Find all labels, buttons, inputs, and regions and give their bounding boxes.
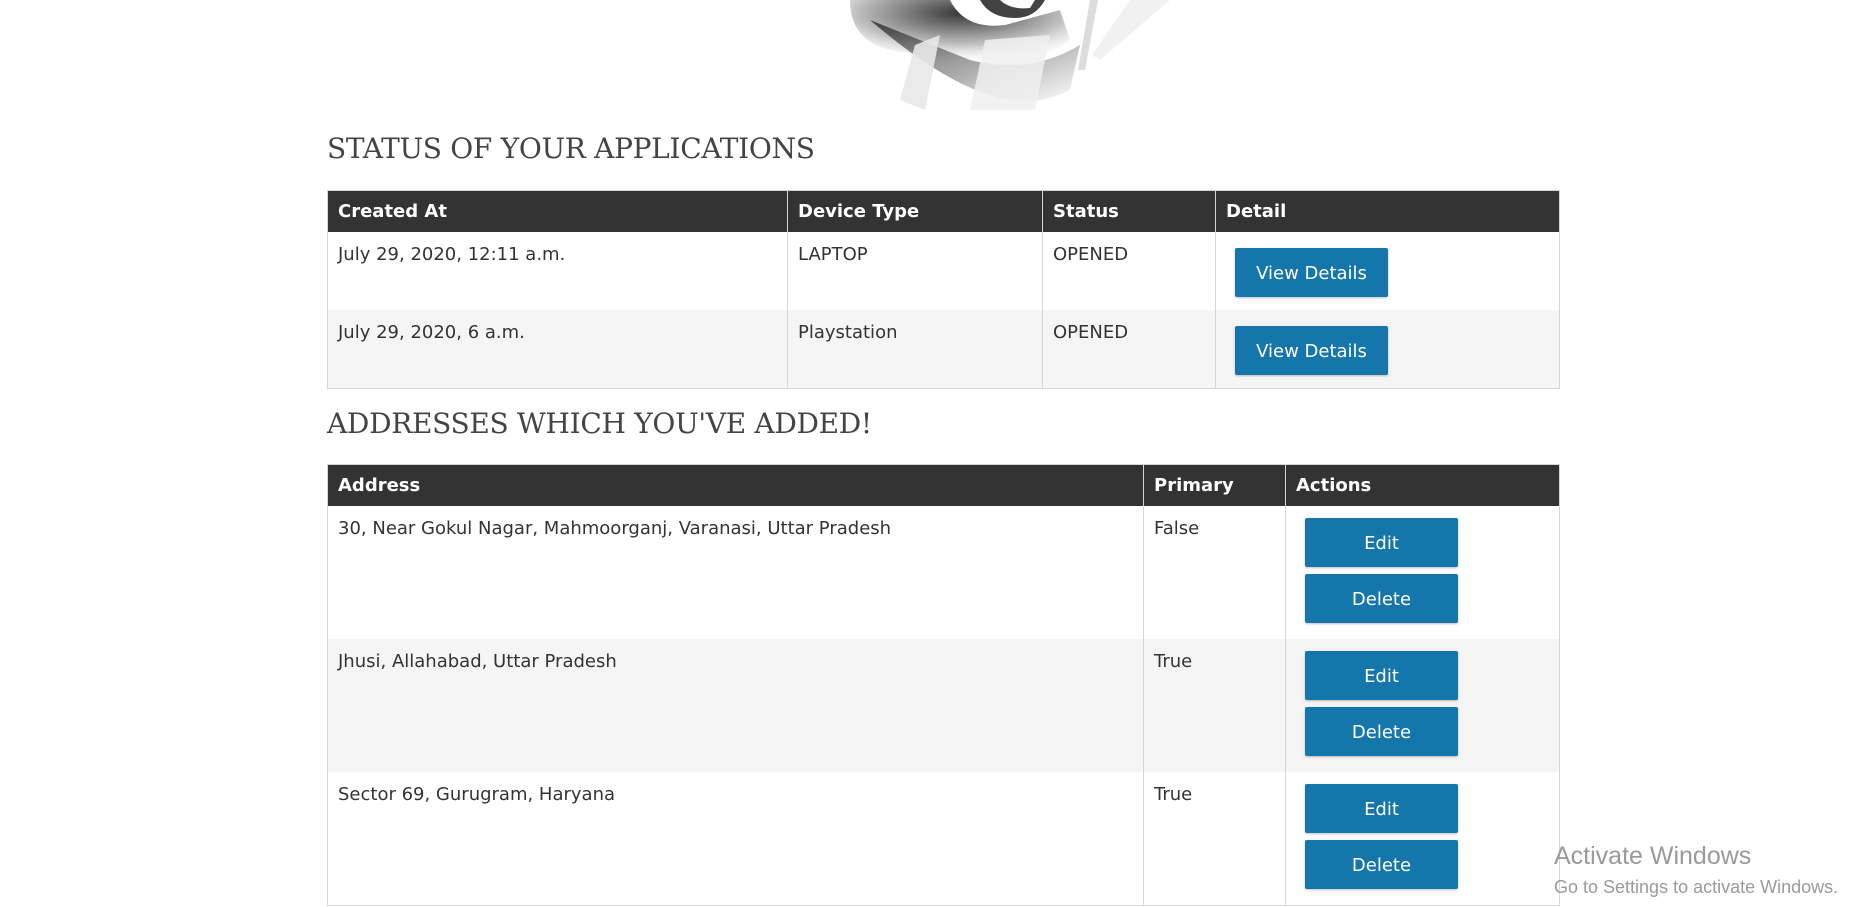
- table-header-row: Address Primary Actions: [327, 464, 1560, 506]
- actions-cell: Edit Delete: [1285, 506, 1560, 639]
- table-row: Jhusi, Allahabad, Uttar Pradesh True Edi…: [327, 639, 1560, 772]
- column-header-status: Status: [1042, 190, 1216, 232]
- activate-windows-watermark: Activate Windows Go to Settings to activ…: [1554, 842, 1838, 898]
- created-at-cell: July 29, 2020, 6 a.m.: [327, 310, 788, 389]
- status-cell: OPENED: [1042, 310, 1216, 389]
- primary-cell: False: [1143, 506, 1286, 639]
- edit-button[interactable]: Edit: [1305, 651, 1458, 700]
- edit-button[interactable]: Edit: [1305, 518, 1458, 567]
- delete-button[interactable]: Delete: [1305, 574, 1458, 623]
- column-header-address: Address: [327, 464, 1144, 506]
- table-row: July 29, 2020, 12:11 a.m. LAPTOP OPENED …: [328, 232, 1560, 310]
- status-cell: OPENED: [1042, 232, 1216, 310]
- applications-section-title: STATUS OF YOUR APPLICATIONS: [327, 132, 815, 165]
- table-row: July 29, 2020, 6 a.m. Playstation OPENED…: [327, 310, 1560, 389]
- hero-graphic: [850, 0, 1170, 110]
- actions-cell: Edit Delete: [1285, 639, 1560, 772]
- addresses-table: Address Primary Actions 30, Near Gokul N…: [327, 464, 1560, 906]
- column-header-primary: Primary: [1143, 464, 1286, 506]
- created-at-cell: July 29, 2020, 12:11 a.m.: [338, 244, 566, 265]
- address-cell: Sector 69, Gurugram, Haryana: [338, 784, 616, 805]
- view-details-button[interactable]: View Details: [1235, 248, 1388, 297]
- applications-table: Created At Device Type Status Detail Jul…: [327, 190, 1560, 389]
- table-header-row: Created At Device Type Status Detail: [327, 190, 1560, 232]
- column-header-created-at: Created At: [327, 190, 788, 232]
- primary-cell: True: [1143, 639, 1286, 772]
- addresses-section-title: ADDRESSES WHICH YOU'VE ADDED!: [327, 407, 872, 440]
- column-header-detail: Detail: [1215, 190, 1560, 232]
- delete-button[interactable]: Delete: [1305, 707, 1458, 756]
- watermark-title: Activate Windows: [1554, 842, 1752, 870]
- device-type-cell: Playstation: [787, 310, 1043, 389]
- primary-cell: True: [1143, 772, 1286, 906]
- actions-cell: Edit Delete: [1285, 772, 1560, 906]
- address-cell: 30, Near Gokul Nagar, Mahmoorganj, Varan…: [338, 518, 892, 539]
- delete-button[interactable]: Delete: [1305, 840, 1458, 889]
- detail-cell: View Details: [1215, 232, 1560, 310]
- table-row: 30, Near Gokul Nagar, Mahmoorganj, Varan…: [328, 506, 1560, 639]
- detail-cell: View Details: [1215, 310, 1560, 389]
- column-header-actions: Actions: [1285, 464, 1560, 506]
- watermark-subtitle: Go to Settings to activate Windows.: [1554, 877, 1839, 897]
- view-details-button[interactable]: View Details: [1235, 326, 1388, 375]
- device-type-cell: LAPTOP: [787, 232, 1043, 310]
- edit-button[interactable]: Edit: [1305, 784, 1458, 833]
- table-row: Sector 69, Gurugram, Haryana True Edit D…: [328, 772, 1560, 906]
- column-header-device-type: Device Type: [787, 190, 1043, 232]
- address-cell: Jhusi, Allahabad, Uttar Pradesh: [327, 639, 1144, 772]
